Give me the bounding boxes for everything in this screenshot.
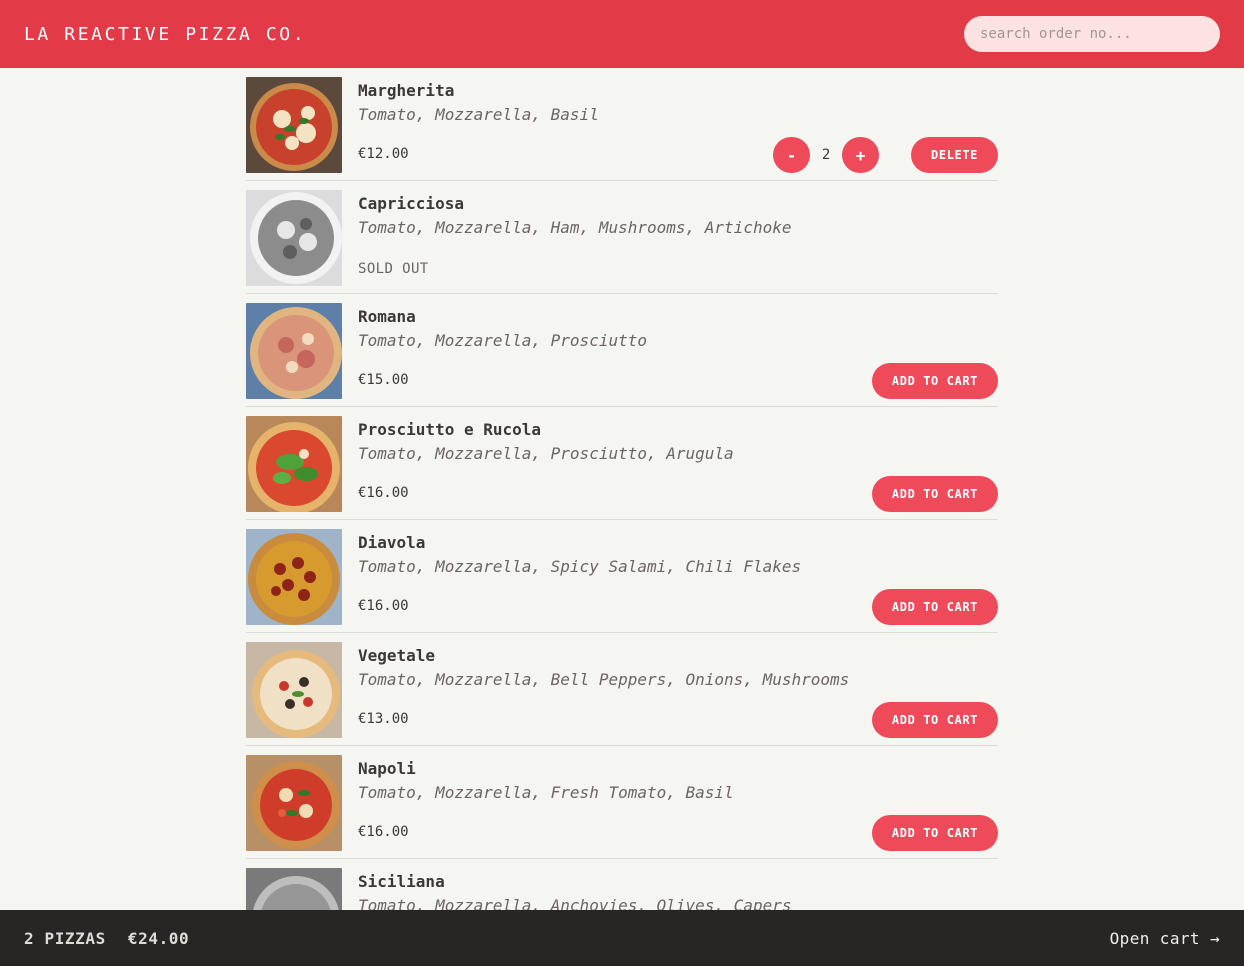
pizza-image-napoli [246, 755, 342, 851]
cart-total-price: €24.00 [127, 928, 190, 948]
pizza-name: Vegetale [358, 646, 436, 665]
brand-logo-link[interactable]: LA REACTIVE PIZZA CO. [24, 24, 306, 45]
pizza-image-diavola [246, 529, 342, 625]
pizza-price: €16.00 [358, 598, 409, 614]
menu-item-prosciutto-e-rucola: Prosciutto e Rucola Tomato, Mozzarella, … [246, 407, 998, 520]
menu-item-diavola: Diavola Tomato, Mozzarella, Spicy Salami… [246, 520, 998, 633]
add-to-cart-button[interactable]: ADD TO CART [871, 476, 998, 512]
menu-item-romana: Romana Tomato, Mozzarella, Prosciutto €1… [246, 294, 998, 407]
search-order-input[interactable] [964, 16, 1220, 52]
sold-out-label: SOLD OUT [358, 261, 429, 277]
pizza-ingredients: Tomato, Mozzarella, Prosciutto [358, 331, 647, 350]
pizza-name: Diavola [358, 533, 426, 552]
pizza-ingredients: Tomato, Mozzarella, Bell Peppers, Onions… [358, 670, 850, 689]
cart-pizza-count: 2 PIZZAS [24, 928, 106, 948]
cart-quantity-controls: - 2 + DELETE [773, 137, 998, 173]
pizza-image-romana [246, 303, 342, 399]
pizza-image-vegetale [246, 642, 342, 738]
pizza-price: €12.00 [358, 146, 409, 162]
pizza-image-margherita [246, 77, 342, 173]
pizza-name: Prosciutto e Rucola [358, 420, 542, 439]
pizza-menu-list: Margherita Tomato, Mozzarella, Basil €12… [246, 68, 998, 910]
pizza-image-capricciosa [246, 190, 342, 286]
pizza-ingredients: Tomato, Mozzarella, Fresh Tomato, Basil [358, 783, 734, 802]
pizza-image-prosciutto-e-rucola [246, 416, 342, 512]
pizza-ingredients: Tomato, Mozzarella, Anchovies, Olives, C… [358, 896, 792, 910]
top-bar: LA REACTIVE PIZZA CO. [0, 0, 1244, 68]
menu-item-capricciosa: Capricciosa Tomato, Mozzarella, Ham, Mus… [246, 181, 998, 294]
decrement-quantity-button[interactable]: - [773, 137, 811, 173]
add-to-cart-button[interactable]: ADD TO CART [871, 702, 998, 738]
delete-item-button[interactable]: DELETE [911, 137, 998, 173]
open-cart-link[interactable]: Open cart → [1110, 929, 1220, 948]
pizza-image-siciliana [246, 868, 342, 910]
pizza-ingredients: Tomato, Mozzarella, Spicy Salami, Chili … [358, 557, 802, 576]
add-to-cart-button[interactable]: ADD TO CART [871, 363, 998, 399]
pizza-ingredients: Tomato, Mozzarella, Basil [358, 105, 599, 124]
pizza-price: €15.00 [358, 372, 409, 388]
cart-summary-bar: 2 PIZZAS €24.00 Open cart → [0, 910, 1244, 966]
pizza-name: Napoli [358, 759, 416, 778]
pizza-ingredients: Tomato, Mozzarella, Ham, Mushrooms, Arti… [358, 218, 792, 237]
menu-item-napoli: Napoli Tomato, Mozzarella, Fresh Tomato,… [246, 746, 998, 859]
pizza-price: €16.00 [358, 485, 409, 501]
pizza-name: Romana [358, 307, 416, 326]
pizza-ingredients: Tomato, Mozzarella, Prosciutto, Arugula [358, 444, 734, 463]
pizza-name: Margherita [358, 81, 455, 100]
increment-quantity-button[interactable]: + [842, 137, 880, 173]
menu-item-siciliana: Siciliana Tomato, Mozzarella, Anchovies,… [246, 859, 998, 910]
add-to-cart-button[interactable]: ADD TO CART [871, 815, 998, 851]
pizza-price: €13.00 [358, 711, 409, 727]
quantity-value: 2 [821, 147, 831, 163]
pizza-price: €16.00 [358, 824, 409, 840]
add-to-cart-button[interactable]: ADD TO CART [871, 589, 998, 625]
pizza-name: Capricciosa [358, 194, 464, 213]
menu-item-margherita: Margherita Tomato, Mozzarella, Basil €12… [246, 68, 998, 181]
pizza-name: Siciliana [358, 872, 445, 891]
cart-summary: 2 PIZZAS €24.00 [24, 929, 189, 948]
menu-item-vegetale: Vegetale Tomato, Mozzarella, Bell Pepper… [246, 633, 998, 746]
